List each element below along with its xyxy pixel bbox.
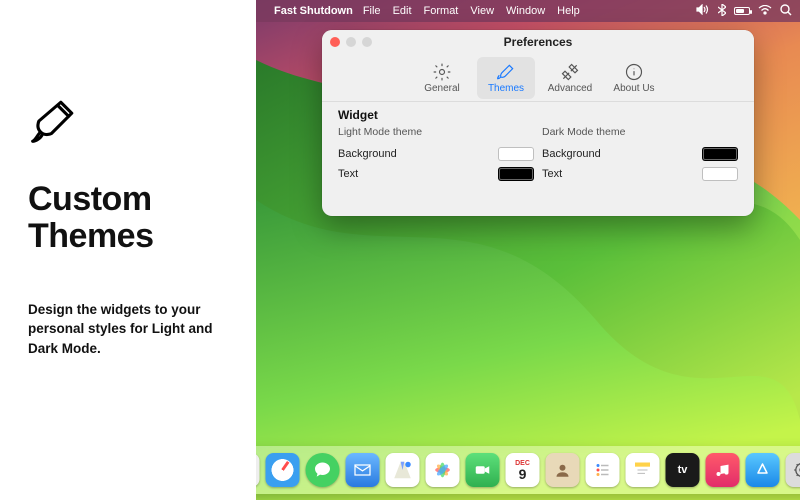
menu-bar: Fast Shutdown File Edit Format View Wind… — [256, 0, 800, 22]
desktop-screenshot: Fast Shutdown File Edit Format View Wind… — [256, 0, 800, 500]
tab-about[interactable]: About Us — [605, 57, 663, 99]
search-icon[interactable] — [780, 4, 792, 19]
dock-mail[interactable] — [346, 453, 380, 487]
dock-reminders[interactable] — [586, 453, 620, 487]
promo-panel: Custom Themes Design the widgets to your… — [0, 0, 256, 500]
dark-bg-label: Background — [542, 148, 601, 160]
dark-bg-swatch[interactable] — [702, 147, 738, 161]
feature-title-line2: Themes — [28, 217, 154, 255]
tab-general[interactable]: General — [413, 57, 471, 99]
bluetooth-icon[interactable] — [718, 4, 726, 19]
dock-safari[interactable] — [266, 453, 300, 487]
dark-text-swatch[interactable] — [702, 167, 738, 181]
dock-calendar[interactable]: DEC 9 — [506, 453, 540, 487]
light-text-label: Text — [338, 168, 358, 180]
dark-text-label: Text — [542, 168, 562, 180]
volume-icon[interactable] — [696, 4, 710, 18]
tab-advanced[interactable]: Advanced — [541, 57, 599, 99]
app-name-menu[interactable]: Fast Shutdown — [274, 5, 353, 17]
calendar-day: 9 — [519, 467, 527, 481]
tab-general-label: General — [424, 83, 460, 94]
paintbrush-icon — [28, 96, 228, 151]
window-titlebar[interactable]: Preferences — [322, 30, 754, 54]
feature-title: Custom Themes — [28, 181, 228, 256]
dock-contacts[interactable] — [546, 453, 580, 487]
preferences-window: Preferences General Themes Advanced — [322, 30, 754, 216]
gear-icon — [432, 62, 452, 82]
feature-title-line1: Custom — [28, 180, 152, 218]
tools-icon — [560, 62, 580, 82]
tab-themes[interactable]: Themes — [477, 57, 535, 99]
tab-advanced-label: Advanced — [548, 83, 592, 94]
light-bg-swatch[interactable] — [498, 147, 534, 161]
wifi-icon[interactable] — [758, 5, 772, 18]
dock-notes[interactable] — [626, 453, 660, 487]
light-heading: Light Mode theme — [338, 126, 534, 138]
themes-pane: Widget Light Mode theme Background Text … — [322, 102, 754, 194]
dock-launchpad[interactable] — [256, 453, 260, 487]
paintbrush-tab-icon — [496, 62, 516, 82]
dock-appletv[interactable]: tv — [666, 453, 700, 487]
info-icon — [624, 62, 644, 82]
menu-edit[interactable]: Edit — [393, 5, 412, 17]
widget-section-title: Widget — [338, 108, 738, 122]
dock-facetime[interactable] — [466, 453, 500, 487]
tab-themes-label: Themes — [488, 83, 524, 94]
dark-heading: Dark Mode theme — [542, 126, 738, 138]
menu-help[interactable]: Help — [557, 5, 580, 17]
dock-music[interactable] — [706, 453, 740, 487]
dark-mode-column: Dark Mode theme Background Text — [542, 126, 738, 184]
menu-window[interactable]: Window — [506, 5, 545, 17]
battery-icon[interactable] — [734, 7, 750, 15]
dock-photos[interactable] — [426, 453, 460, 487]
dock-settings[interactable] — [786, 453, 800, 487]
feature-description: Design the widgets to your personal styl… — [28, 300, 228, 359]
menu-view[interactable]: View — [470, 5, 494, 17]
menu-format[interactable]: Format — [424, 5, 459, 17]
dock-maps[interactable] — [386, 453, 420, 487]
light-text-swatch[interactable] — [498, 167, 534, 181]
light-mode-column: Light Mode theme Background Text — [338, 126, 534, 184]
dock: DEC 9 tv — [256, 446, 800, 494]
tab-about-label: About Us — [613, 83, 654, 94]
dock-appstore[interactable] — [746, 453, 780, 487]
dock-messages[interactable] — [306, 453, 340, 487]
menu-file[interactable]: File — [363, 5, 381, 17]
window-title: Preferences — [322, 35, 754, 49]
light-bg-label: Background — [338, 148, 397, 160]
preferences-toolbar: General Themes Advanced About Us — [322, 54, 754, 102]
